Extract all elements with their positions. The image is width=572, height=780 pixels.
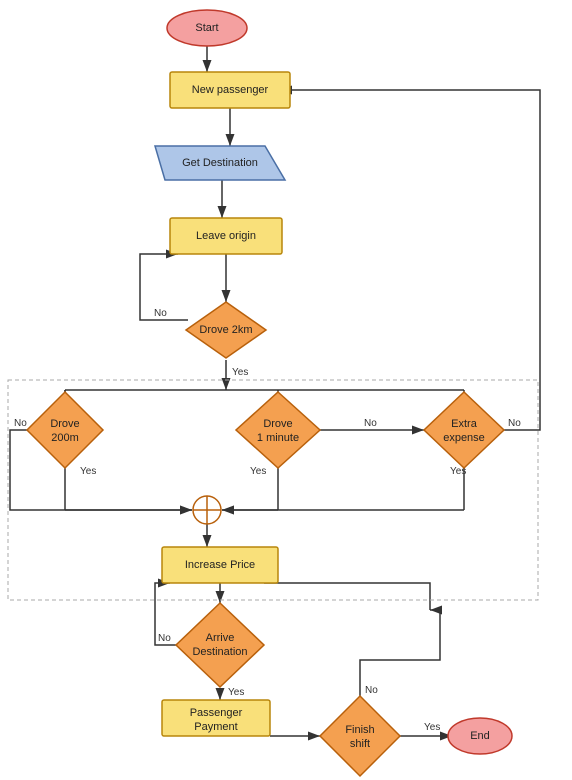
- arrow-finish-no: [360, 610, 440, 696]
- finish-shift-label2: shift: [350, 738, 370, 750]
- extra-expense-label2: expense: [443, 432, 485, 444]
- drove-200m-label1: Drove: [50, 418, 79, 430]
- label-no-arrive: No: [158, 633, 171, 644]
- label-yes-finish: Yes: [424, 722, 440, 733]
- arrive-dest-label1: Arrive: [206, 632, 235, 644]
- finish-shift-label1: Finish: [345, 724, 374, 736]
- passenger-payment-label2: Payment: [194, 721, 237, 733]
- get-destination-label: Get Destination: [182, 157, 258, 169]
- finish-shift-node: [320, 696, 400, 776]
- label-no-extra: No: [508, 418, 521, 429]
- increase-price-label: Increase Price: [185, 559, 255, 571]
- passenger-payment-label1: Passenger: [190, 707, 243, 719]
- new-passenger-label: New passenger: [192, 84, 269, 96]
- label-yes-arrive: Yes: [228, 687, 244, 698]
- drove-1min-node: [236, 392, 320, 468]
- label-no-1min: No: [364, 418, 377, 429]
- label-yes-drove2km: Yes: [232, 367, 248, 378]
- extra-expense-node: [424, 392, 504, 468]
- arrow-loop-right: [264, 583, 430, 610]
- arrow-drove200m-no: [10, 430, 192, 510]
- label-no-200m: No: [14, 418, 27, 429]
- drove-200m-label2: 200m: [51, 432, 79, 444]
- arrow-extra-no: [280, 90, 540, 430]
- arrive-dest-label2: Destination: [192, 646, 247, 658]
- end-label: End: [470, 730, 490, 742]
- extra-expense-label1: Extra: [451, 418, 478, 430]
- drove-200m-node: [27, 392, 103, 468]
- label-yes-1min: Yes: [250, 466, 266, 477]
- label-yes-200m: Yes: [80, 466, 96, 477]
- leave-origin-label: Leave origin: [196, 230, 256, 242]
- start-label: Start: [195, 22, 218, 34]
- drove-1min-label2: 1 minute: [257, 432, 299, 444]
- label-no-finish: No: [365, 685, 378, 696]
- drove-1min-label1: Drove: [263, 418, 292, 430]
- label-no-drove2km: No: [154, 308, 167, 319]
- drove-2km-label: Drove 2km: [199, 324, 252, 336]
